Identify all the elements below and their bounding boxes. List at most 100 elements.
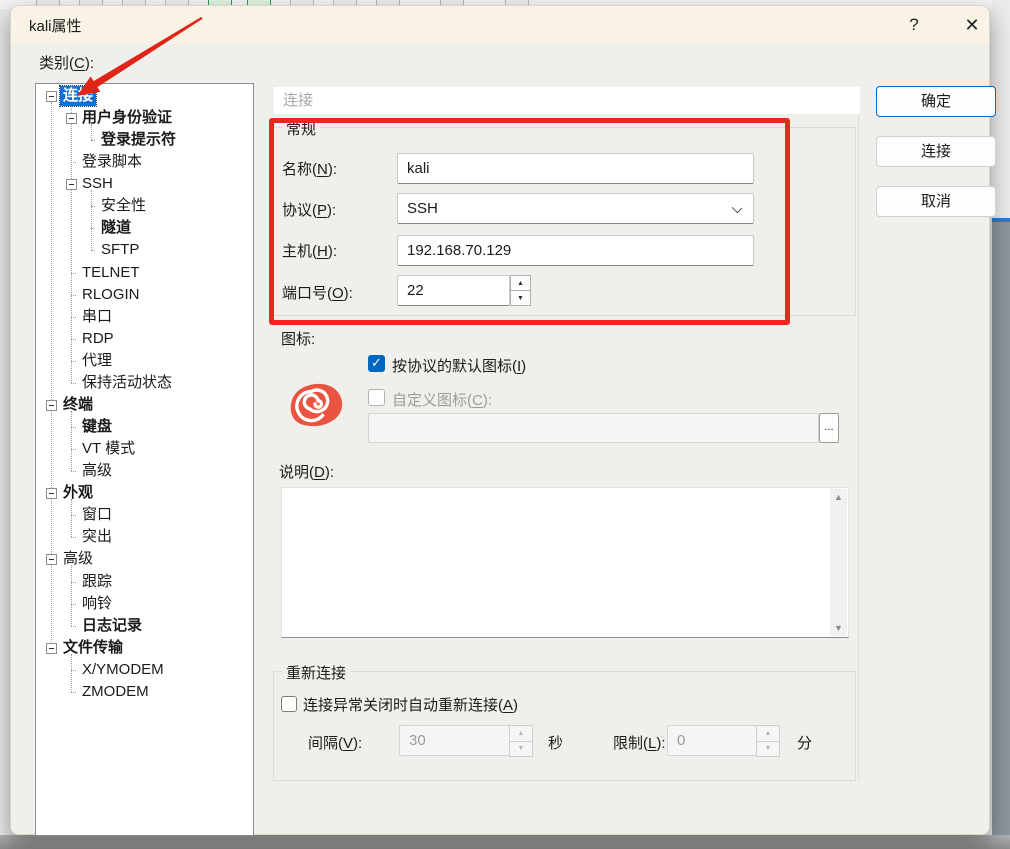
auto-reconnect-label[interactable]: 连接异常关闭时自动重新连接(A) <box>303 694 518 715</box>
tree-guide-line <box>71 411 72 471</box>
tree-item-label: VT 模式 <box>82 440 136 457</box>
scroll-down-icon[interactable]: ▼ <box>830 620 847 636</box>
auto-reconnect-checkbox[interactable] <box>281 696 297 712</box>
tree-item-label: X/YMODEM <box>82 661 164 678</box>
description-label: 说明(D): <box>279 464 335 481</box>
xshell-app-icon <box>290 383 343 427</box>
tree-expander-icon[interactable] <box>46 554 57 565</box>
spin-up-icon[interactable]: ▲ <box>510 275 531 291</box>
help-icon[interactable]: ? <box>897 12 931 38</box>
tree-guide-line <box>71 361 76 362</box>
name-label: 名称(N): <box>282 161 338 178</box>
tree-item[interactable]: TELNET <box>79 263 143 283</box>
close-icon[interactable]: ✕ <box>955 12 989 38</box>
interval-input[interactable] <box>399 725 510 756</box>
tree-item[interactable]: 代理 <box>79 351 115 371</box>
tree-guide-line <box>71 604 76 605</box>
tree-item[interactable]: 响铃 <box>79 594 115 614</box>
tree-item[interactable]: 登录脚本 <box>79 152 145 172</box>
spin-up-icon[interactable]: ▲ <box>509 725 533 742</box>
tree-guide-line <box>71 515 76 516</box>
browse-button[interactable]: ... <box>819 413 839 443</box>
tree-item[interactable]: 日志记录 <box>79 616 145 636</box>
tree-item[interactable]: RDP <box>79 329 117 349</box>
interval-label: 间隔(V): <box>308 735 363 752</box>
cancel-button[interactable]: 取消 <box>876 186 996 217</box>
port-input[interactable] <box>397 275 510 306</box>
dialog-title: kali属性 <box>29 18 82 35</box>
port-label: 端口号(O): <box>282 285 353 302</box>
tree-item-label: 突出 <box>82 528 113 545</box>
limit-spinner[interactable]: ▲ ▼ <box>756 725 780 757</box>
tree-item-label: 跟踪 <box>82 573 113 590</box>
description-textarea[interactable]: ▲ ▼ <box>281 487 849 638</box>
default-icon-label[interactable]: 按协议的默认图标(I) <box>392 355 526 376</box>
tree-item[interactable]: VT 模式 <box>79 439 138 459</box>
spin-down-icon[interactable]: ▼ <box>509 741 533 757</box>
tree-item[interactable]: 键盘 <box>79 417 115 437</box>
tree-item[interactable]: 跟踪 <box>79 572 115 592</box>
tree-item[interactable]: 隧道 <box>98 218 134 238</box>
tree-expander-icon[interactable] <box>66 179 77 190</box>
tree-item-label: 连接 <box>58 85 98 107</box>
tree-item[interactable]: 登录提示符 <box>98 130 179 150</box>
custom-icon-checkbox[interactable] <box>368 389 385 406</box>
tree-item[interactable]: X/YMODEM <box>79 660 167 680</box>
tree-guide-line <box>91 140 95 141</box>
tree-guide-line <box>71 499 72 537</box>
tree-item[interactable]: 终端 <box>60 395 96 415</box>
interval-unit-label: 秒 <box>548 735 564 752</box>
tree-item-label: 登录提示符 <box>101 131 177 148</box>
tree-expander-icon[interactable] <box>66 113 77 124</box>
tree-guide-line <box>71 383 76 384</box>
tree-item[interactable]: RLOGIN <box>79 285 143 305</box>
tree-item-label: RDP <box>82 330 114 347</box>
tree-item[interactable]: 高级 <box>60 549 96 569</box>
port-spinner[interactable]: ▲ ▼ <box>510 275 531 306</box>
interval-spinner[interactable]: ▲ ▼ <box>509 725 533 757</box>
tree-guide-line <box>71 582 76 583</box>
tree-item-label: ZMODEM <box>82 683 149 700</box>
tree-item-label: 窗口 <box>82 506 113 523</box>
ok-button[interactable]: 确定 <box>876 86 996 117</box>
protocol-select[interactable]: SSH <box>397 193 754 224</box>
custom-icon-label[interactable]: 自定义图标(C): <box>392 389 492 410</box>
tree-item[interactable]: 串口 <box>79 307 115 327</box>
tree-item[interactable]: SFTP <box>98 240 142 260</box>
tree-item[interactable]: ZMODEM <box>79 682 152 702</box>
tree-expander-icon[interactable] <box>46 400 57 411</box>
tree-item[interactable]: SSH <box>79 174 116 194</box>
protocol-value: SSH <box>407 200 438 217</box>
description-scrollbar[interactable]: ▲ ▼ <box>830 489 847 636</box>
tree-item[interactable]: 窗口 <box>79 505 115 525</box>
tree-item[interactable]: 连接 <box>58 85 98 107</box>
tree-item[interactable]: 外观 <box>60 483 96 503</box>
connect-button[interactable]: 连接 <box>876 136 996 167</box>
default-icon-checkbox[interactable] <box>368 355 385 372</box>
spin-up-icon[interactable]: ▲ <box>756 725 780 742</box>
tree-item[interactable]: 保持活动状态 <box>79 373 175 393</box>
tree-guide-line <box>91 250 95 251</box>
tree-item[interactable]: 突出 <box>79 527 115 547</box>
tree-item[interactable]: 安全性 <box>98 196 149 216</box>
name-input[interactable] <box>397 153 754 184</box>
tree-expander-icon[interactable] <box>46 488 57 499</box>
spin-down-icon[interactable]: ▼ <box>756 741 780 757</box>
tree-guide-line <box>71 162 76 163</box>
category-label: 类别(C): <box>39 55 95 72</box>
limit-unit-label: 分 <box>797 735 813 752</box>
limit-input[interactable] <box>667 725 757 756</box>
scroll-up-icon[interactable]: ▲ <box>830 489 847 505</box>
tree-item[interactable]: 用户身份验证 <box>79 108 175 128</box>
spin-down-icon[interactable]: ▼ <box>510 291 531 306</box>
tree-guide-line <box>71 654 72 692</box>
tree-guide-line <box>51 102 52 648</box>
tree-expander-icon[interactable] <box>46 91 57 102</box>
tree-expander-icon[interactable] <box>46 643 57 654</box>
host-input[interactable] <box>397 235 754 266</box>
tree-item[interactable]: 高级 <box>79 461 115 481</box>
tree-item[interactable]: 文件传输 <box>60 638 126 658</box>
tree-guide-line <box>71 295 76 296</box>
custom-icon-path-input[interactable] <box>368 413 819 443</box>
tree-item-label: SSH <box>82 175 113 192</box>
